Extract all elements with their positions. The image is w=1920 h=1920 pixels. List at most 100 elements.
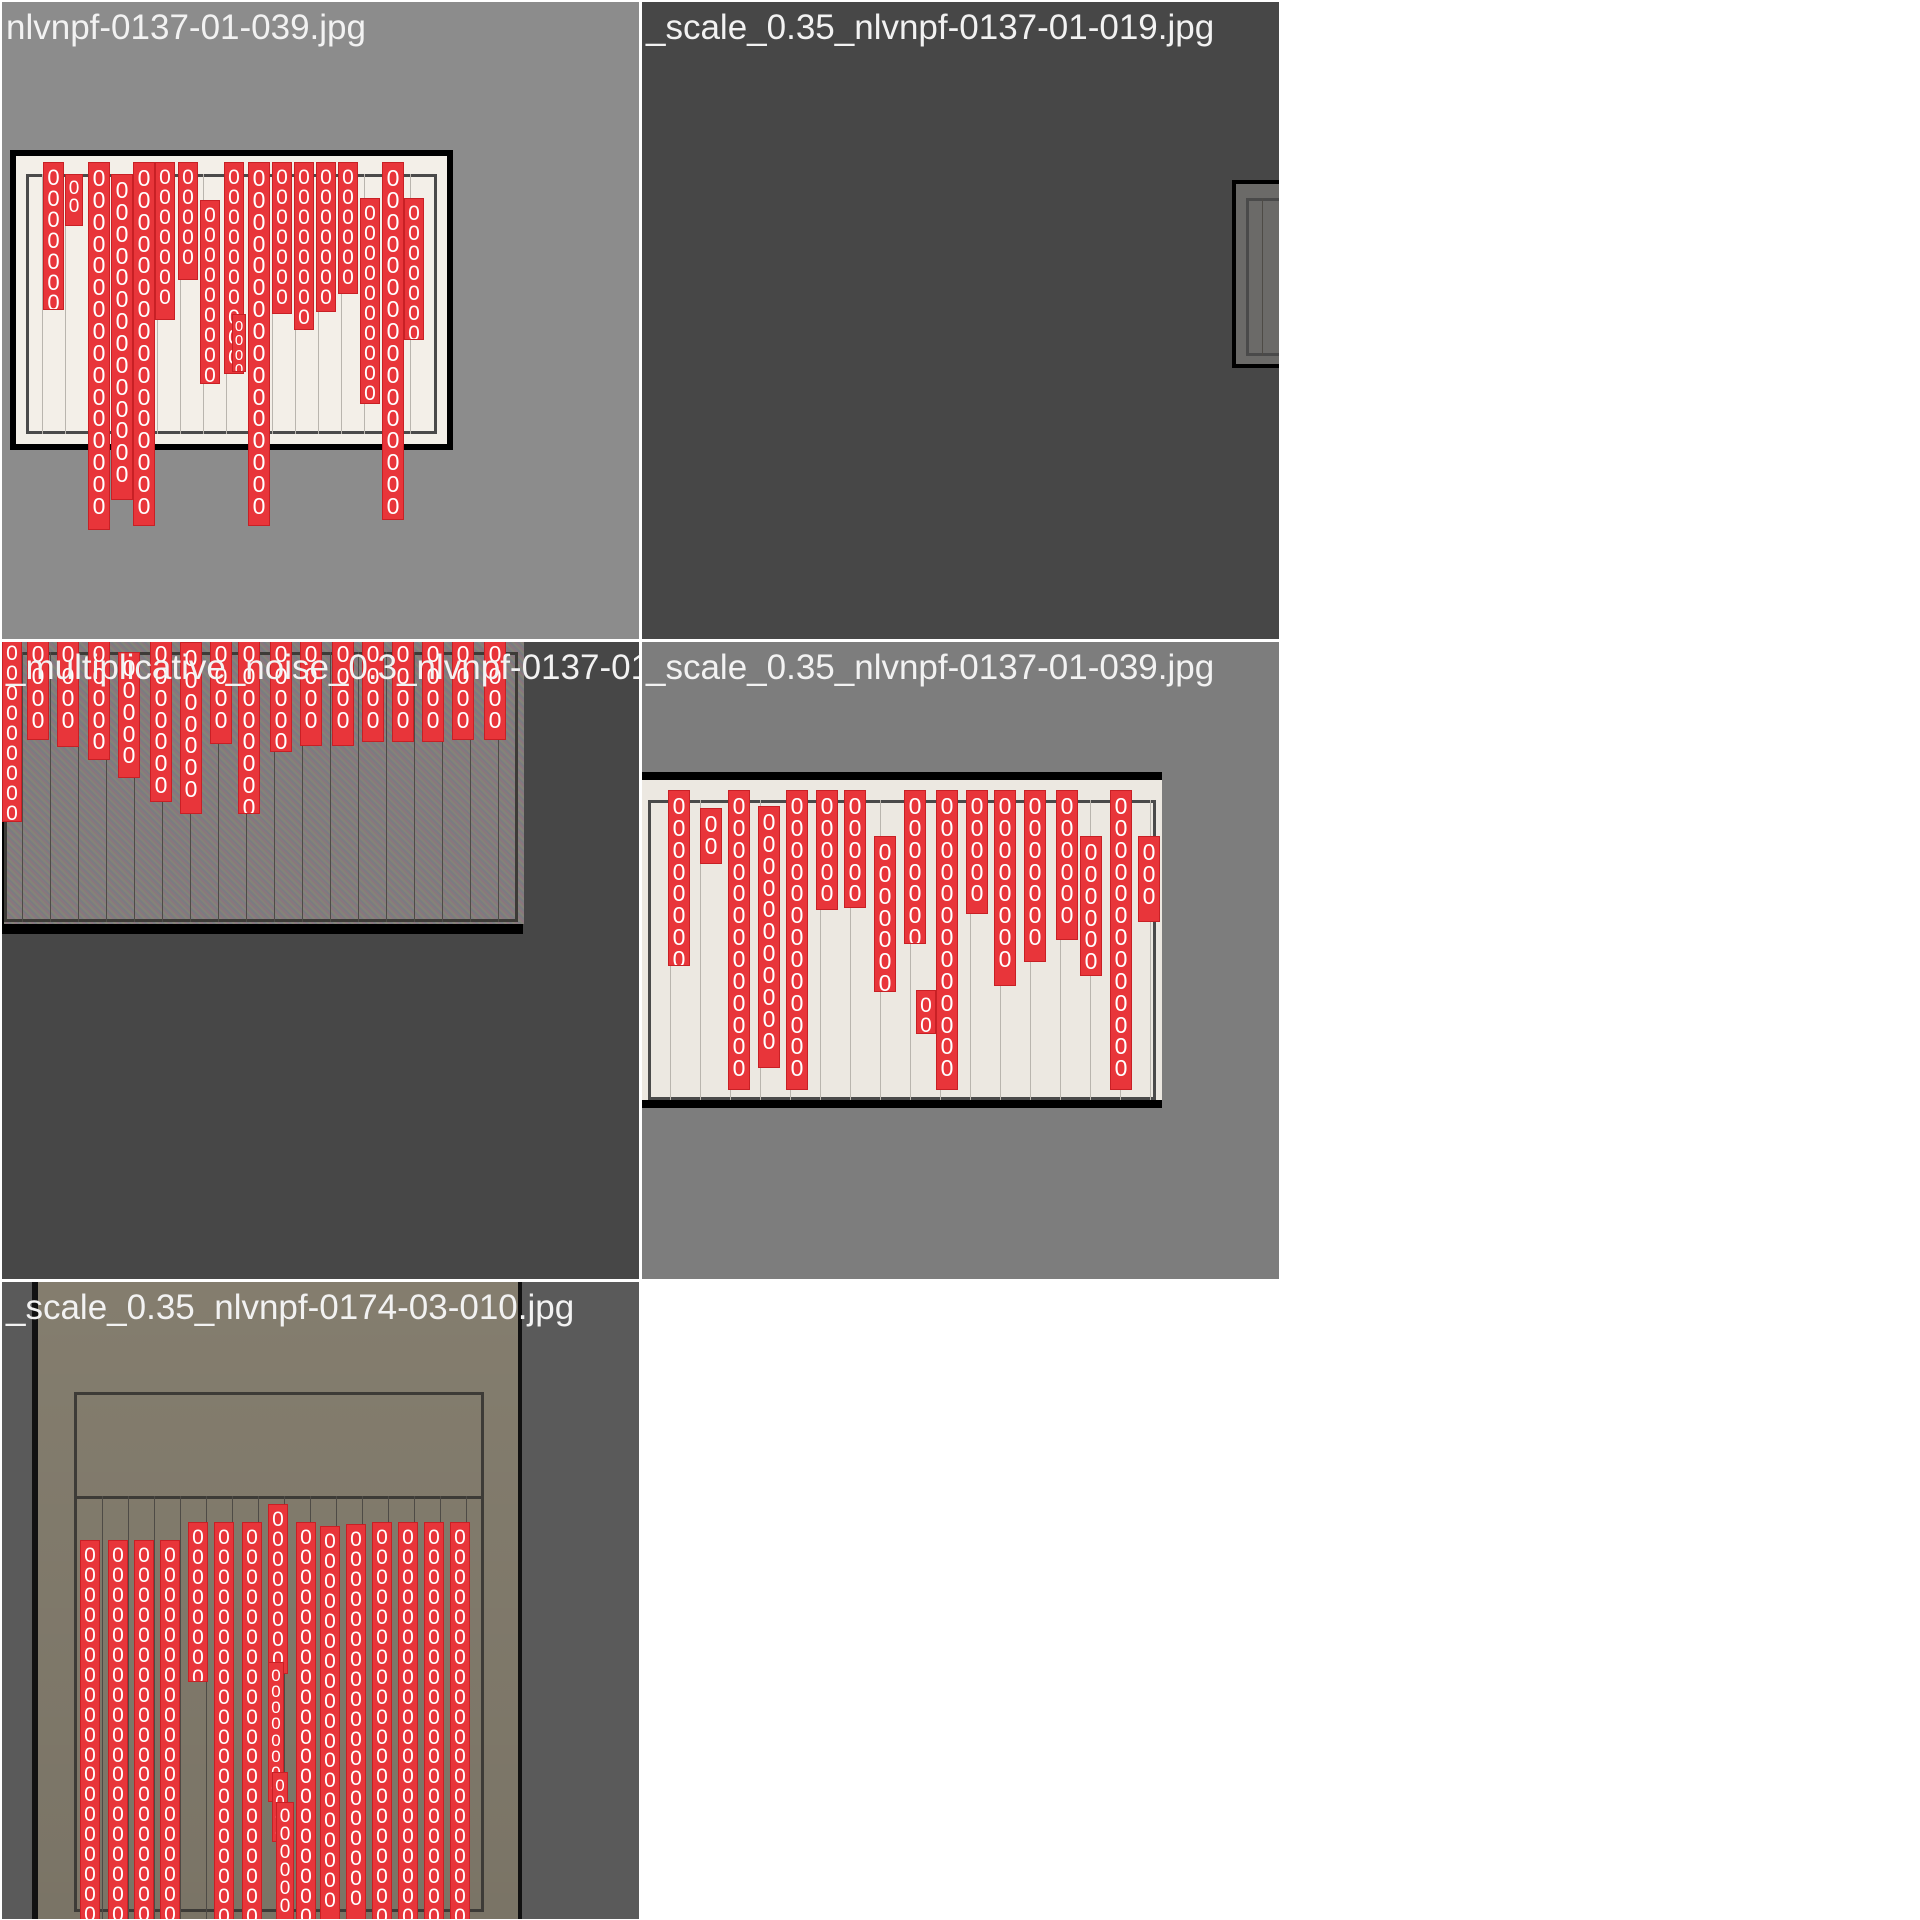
- box-glyph: 0: [272, 1627, 284, 1651]
- box-glyph: 0: [84, 1703, 96, 1727]
- box-glyph: 0: [300, 1565, 312, 1589]
- box-glyph: 0: [324, 1749, 336, 1773]
- box-glyph: 0: [164, 1783, 176, 1807]
- mosaic-tile-3: _multiplicative_noise_0.3_nlvnpf-0137-01…: [2, 642, 639, 1279]
- box-glyph: 0: [324, 1769, 336, 1793]
- detection-box: 0000000: [155, 162, 175, 320]
- box-glyph: 0: [204, 283, 216, 307]
- box-glyph: 0: [164, 1803, 176, 1827]
- column-rule: [128, 1496, 129, 1919]
- box-glyph: 0: [364, 261, 376, 285]
- box-glyph: 0: [402, 1685, 414, 1709]
- box-glyph: 0: [84, 1883, 96, 1907]
- detection-box: 000000: [338, 162, 358, 294]
- box-glyph: 0: [218, 1825, 230, 1849]
- box-glyph: 0: [350, 1767, 362, 1791]
- detection-box: 00000000000000000000: [450, 1522, 470, 1919]
- box-glyph: 0: [300, 1905, 312, 1919]
- box-glyph: 0: [454, 1785, 466, 1809]
- box-glyph: 0: [324, 1789, 336, 1813]
- detection-box: 00000000: [994, 790, 1016, 986]
- box-glyph: 0: [350, 1528, 362, 1551]
- box-glyph: 0: [214, 706, 228, 733]
- box-glyph: 0: [454, 1865, 466, 1889]
- detection-box: 000: [1138, 836, 1160, 922]
- box-glyph: 0: [350, 1787, 362, 1811]
- box-glyph: 0: [192, 1625, 204, 1649]
- box-glyph: 0: [218, 1845, 230, 1869]
- box-glyph: 0: [300, 1625, 312, 1649]
- detection-box: 0000000000000: [786, 790, 808, 1090]
- mosaic-tile-5: _scale_0.35_nlvnpf-0174-03-010.jpg 00000…: [2, 1282, 639, 1919]
- box-glyph: 0: [454, 1705, 466, 1729]
- box-glyph: 0: [970, 880, 984, 907]
- box-glyph: 0: [112, 1703, 124, 1727]
- box-glyph: 0: [364, 221, 376, 245]
- box-glyph: 0: [204, 263, 216, 287]
- box-glyph: 0: [998, 945, 1012, 972]
- box-glyph: 0: [272, 1567, 284, 1591]
- box-glyph: 0: [300, 1526, 312, 1549]
- box-glyph: 0: [300, 1585, 312, 1609]
- box-glyph: 0: [164, 1544, 176, 1567]
- box-glyph: 0: [1028, 924, 1042, 951]
- box-glyph: 0: [228, 245, 240, 269]
- detection-box: 00000000000000000000: [424, 1522, 444, 1919]
- box-glyph: 0: [376, 1526, 388, 1549]
- box-glyph: 0: [138, 1723, 150, 1747]
- box-glyph: 0: [402, 1565, 414, 1589]
- box-glyph: 0: [218, 1865, 230, 1889]
- box-glyph: 0: [112, 1683, 124, 1707]
- box-glyph: 0: [279, 1896, 291, 1918]
- box-glyph: 0: [204, 223, 216, 247]
- box-glyph: 0: [182, 245, 194, 269]
- box-glyph: 0: [246, 1785, 258, 1809]
- box-glyph: 0: [300, 1785, 312, 1809]
- box-glyph: 0: [182, 185, 194, 209]
- box-glyph: 0: [138, 1903, 150, 1919]
- box-glyph: 0: [218, 1625, 230, 1649]
- box-glyph: 0: [272, 1547, 284, 1571]
- box-glyph: 0: [192, 1526, 204, 1549]
- box-glyph: 0: [732, 1055, 746, 1082]
- box-glyph: 0: [276, 245, 288, 269]
- box-glyph: 0: [84, 1763, 96, 1787]
- box-glyph: 0: [376, 1885, 388, 1909]
- box-glyph: 0: [159, 265, 171, 289]
- box-glyph: 0: [428, 1605, 440, 1629]
- box-glyph: 0: [246, 1645, 258, 1669]
- box-glyph: 0: [300, 1765, 312, 1789]
- box-glyph: 0: [159, 166, 171, 189]
- box-glyph: 0: [138, 1823, 150, 1847]
- box-glyph: 0: [320, 285, 332, 309]
- box-glyph: 0: [454, 1565, 466, 1589]
- box-glyph: 0: [376, 1705, 388, 1729]
- box-glyph: 0: [246, 1526, 258, 1549]
- box-glyph: 0: [272, 1607, 284, 1631]
- detection-box: 00000: [844, 790, 866, 908]
- box-glyph: 0: [218, 1745, 230, 1769]
- box-glyph: 0: [402, 1865, 414, 1889]
- box-glyph: 0: [112, 1763, 124, 1787]
- box-glyph: 0: [454, 1665, 466, 1689]
- box-glyph: 0: [138, 1643, 150, 1667]
- box-glyph: 0: [376, 1545, 388, 1569]
- box-glyph: 0: [350, 1707, 362, 1731]
- box-glyph: 0: [300, 1825, 312, 1849]
- box-glyph: 0: [154, 772, 168, 799]
- box-glyph: 0: [228, 205, 240, 229]
- box-glyph: 0: [84, 1643, 96, 1667]
- box-glyph: 0: [138, 1803, 150, 1827]
- box-glyph: 0: [164, 1863, 176, 1887]
- detection-box: 00000000000: [758, 806, 780, 1068]
- detection-box: 0000000000000000000: [134, 1540, 154, 1919]
- box-glyph: 0: [112, 1883, 124, 1907]
- box-glyph: 0: [164, 1843, 176, 1867]
- box-glyph: 0: [276, 185, 288, 209]
- box-glyph: 0: [342, 225, 354, 249]
- box-glyph: 0: [342, 205, 354, 229]
- box-glyph: 0: [300, 1845, 312, 1869]
- box-glyph: 0: [228, 185, 240, 209]
- box-glyph: 0: [246, 1905, 258, 1919]
- box-glyph: 0: [182, 205, 194, 229]
